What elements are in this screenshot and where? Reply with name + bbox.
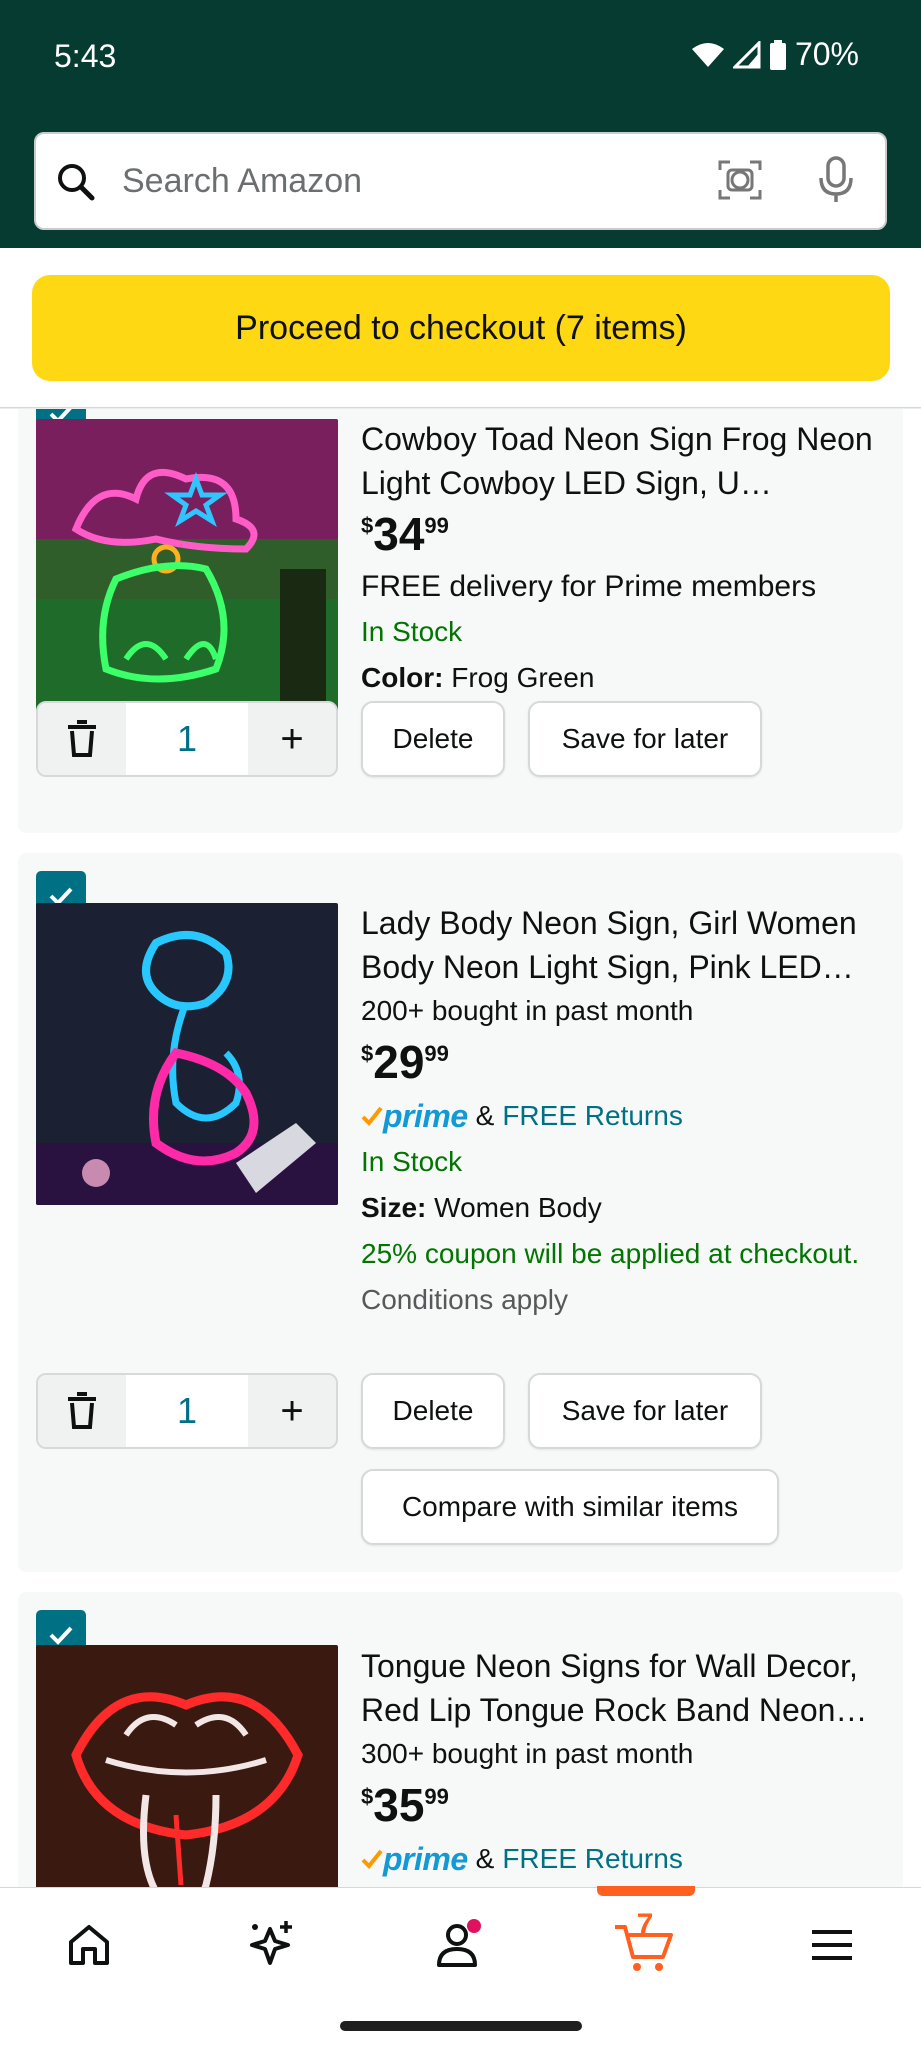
product-image[interactable] [36, 903, 338, 1205]
search-box[interactable] [34, 132, 887, 230]
bottom-navigation: 7 [0, 1886, 921, 1997]
item-details: Tongue Neon Signs for Wall Decor, Red Li… [361, 1644, 901, 1882]
menu-icon [812, 1930, 852, 1960]
status-indicators: 70% [691, 36, 859, 73]
compare-similar-button[interactable]: Compare with similar items [361, 1469, 779, 1545]
cart-item: Cowboy Toad Neon Sign Frog Neon Light Co… [18, 409, 903, 833]
coupon-notice: 25% coupon will be applied at checkout. … [361, 1238, 860, 1315]
purchase-count: 200+ bought in past month [361, 995, 694, 1026]
save-for-later-button[interactable]: Save for later [528, 1373, 762, 1449]
proceed-to-checkout-button[interactable]: Proceed to checkout (7 items) [32, 275, 890, 381]
prime-badge: prime & FREE Returns [361, 1836, 901, 1882]
item-details: Lady Body Neon Sign, Girl Women Body Neo… [361, 901, 901, 1323]
cart-item: Lady Body Neon Sign, Girl Women Body Neo… [18, 853, 903, 1572]
item-price: $34 99 [361, 508, 449, 560]
signal-icon [732, 40, 761, 68]
quantity-value[interactable]: 1 [126, 703, 248, 775]
nav-menu[interactable] [792, 1910, 872, 1980]
stock-status: In Stock [361, 616, 463, 647]
cart-item: Tongue Neon Signs for Wall Decor, Red Li… [18, 1592, 903, 1887]
quantity-stepper: 1 + [36, 701, 338, 777]
microphone-icon[interactable] [816, 154, 856, 206]
sparkle-icon [250, 1921, 292, 1965]
wifi-icon [691, 42, 724, 67]
search-icon[interactable] [54, 160, 98, 204]
prime-check-icon [361, 1106, 383, 1126]
battery-icon [769, 39, 786, 70]
purchase-count: 300+ bought in past month [361, 1738, 694, 1769]
camera-lens-icon[interactable] [716, 156, 764, 204]
item-title[interactable]: Lady Body Neon Sign, Girl Women Body Neo… [361, 901, 901, 989]
item-price: $35 99 [361, 1779, 449, 1831]
search-header [0, 118, 921, 248]
home-gesture-bar[interactable] [340, 2021, 582, 2031]
search-input[interactable] [122, 134, 682, 228]
item-price: $29 99 [361, 1036, 449, 1088]
item-title[interactable]: Cowboy Toad Neon Sign Frog Neon Light Co… [361, 417, 901, 505]
prime-badge: prime & FREE Returns [361, 1093, 901, 1139]
item-title[interactable]: Tongue Neon Signs for Wall Decor, Red Li… [361, 1644, 901, 1732]
item-details: Cowboy Toad Neon Sign Frog Neon Light Co… [361, 417, 901, 701]
nav-home[interactable] [49, 1910, 129, 1980]
free-returns-link[interactable]: FREE Returns [502, 1100, 683, 1132]
increase-quantity-button[interactable]: + [248, 703, 336, 775]
product-image[interactable] [36, 1645, 338, 1887]
item-color: Color: Frog Green [361, 662, 595, 693]
remove-item-button[interactable] [38, 703, 126, 775]
quantity-stepper: 1 + [36, 1373, 338, 1449]
stock-status: In Stock [361, 1146, 463, 1177]
nav-cart[interactable]: 7 [605, 1908, 685, 1980]
save-for-later-button[interactable]: Save for later [528, 701, 762, 777]
item-size: Size: Women Body [361, 1192, 602, 1223]
gesture-area [0, 1997, 921, 2048]
conditions-link[interactable]: Conditions apply [361, 1284, 568, 1315]
trash-icon [68, 1392, 96, 1429]
delete-button[interactable]: Delete [361, 1373, 505, 1449]
prime-check-icon [361, 1849, 383, 1869]
delete-button[interactable]: Delete [361, 701, 505, 777]
active-tab-indicator [597, 1886, 695, 1896]
free-returns-link[interactable]: FREE Returns [502, 1843, 683, 1875]
nav-rufus[interactable] [232, 1910, 312, 1980]
status-time: 5:43 [54, 38, 117, 74]
trash-icon [68, 720, 96, 757]
checkout-section: Proceed to checkout (7 items) [0, 248, 921, 408]
status-bar: 5:43 70% [0, 0, 921, 118]
home-icon [69, 1925, 109, 1965]
delivery-info: FREE delivery for Prime members [361, 570, 817, 603]
account-icon [437, 1919, 481, 1967]
cart-count-badge: 7 [636, 1908, 654, 1941]
cart-items-list[interactable]: Cowboy Toad Neon Sign Frog Neon Light Co… [0, 409, 921, 1887]
increase-quantity-button[interactable]: + [248, 1375, 336, 1447]
quantity-value[interactable]: 1 [126, 1375, 248, 1447]
remove-item-button[interactable] [38, 1375, 126, 1447]
nav-account[interactable] [419, 1910, 499, 1980]
product-image[interactable] [36, 419, 338, 721]
battery-percent: 70% [794, 36, 859, 72]
